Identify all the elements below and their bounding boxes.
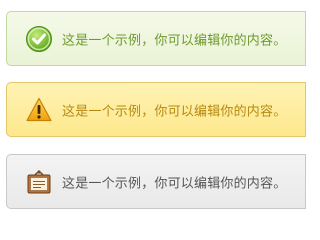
success-message-text: 这是一个示例，你可以编辑你的内容。 [62, 33, 287, 48]
success-message-box: 这是一个示例，你可以编辑你的内容。 [6, 11, 306, 66]
warning-triangle-icon [25, 96, 53, 124]
neutral-message-text: 这是一个示例，你可以编辑你的内容。 [62, 176, 287, 191]
check-circle-icon [25, 25, 53, 53]
neutral-message-box: 这是一个示例，你可以编辑你的内容。 [6, 154, 306, 209]
note-clipboard-icon [25, 168, 53, 196]
warning-message-box: 这是一个示例，你可以编辑你的内容。 [6, 82, 306, 137]
warning-message-text: 这是一个示例，你可以编辑你的内容。 [62, 104, 287, 119]
